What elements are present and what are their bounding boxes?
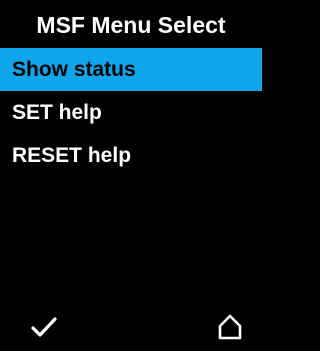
menu-item-label: SET help — [12, 101, 102, 124]
checkmark-icon — [31, 317, 57, 337]
home-button[interactable] — [216, 313, 244, 341]
confirm-button[interactable] — [30, 313, 58, 341]
menu-item-show-status[interactable]: Show status — [0, 48, 262, 91]
menu-item-reset-help[interactable]: RESET help — [0, 134, 262, 177]
device-screen: MSF Menu Select Show status SET help RES… — [0, 0, 262, 351]
menu-item-label: Show status — [12, 58, 136, 81]
page-title: MSF Menu Select — [36, 12, 226, 38]
menu-item-set-help[interactable]: SET help — [0, 91, 262, 134]
home-icon — [218, 314, 242, 340]
menu-item-label: RESET help — [12, 144, 132, 167]
menu-list: Show status SET help RESET help — [0, 48, 262, 177]
